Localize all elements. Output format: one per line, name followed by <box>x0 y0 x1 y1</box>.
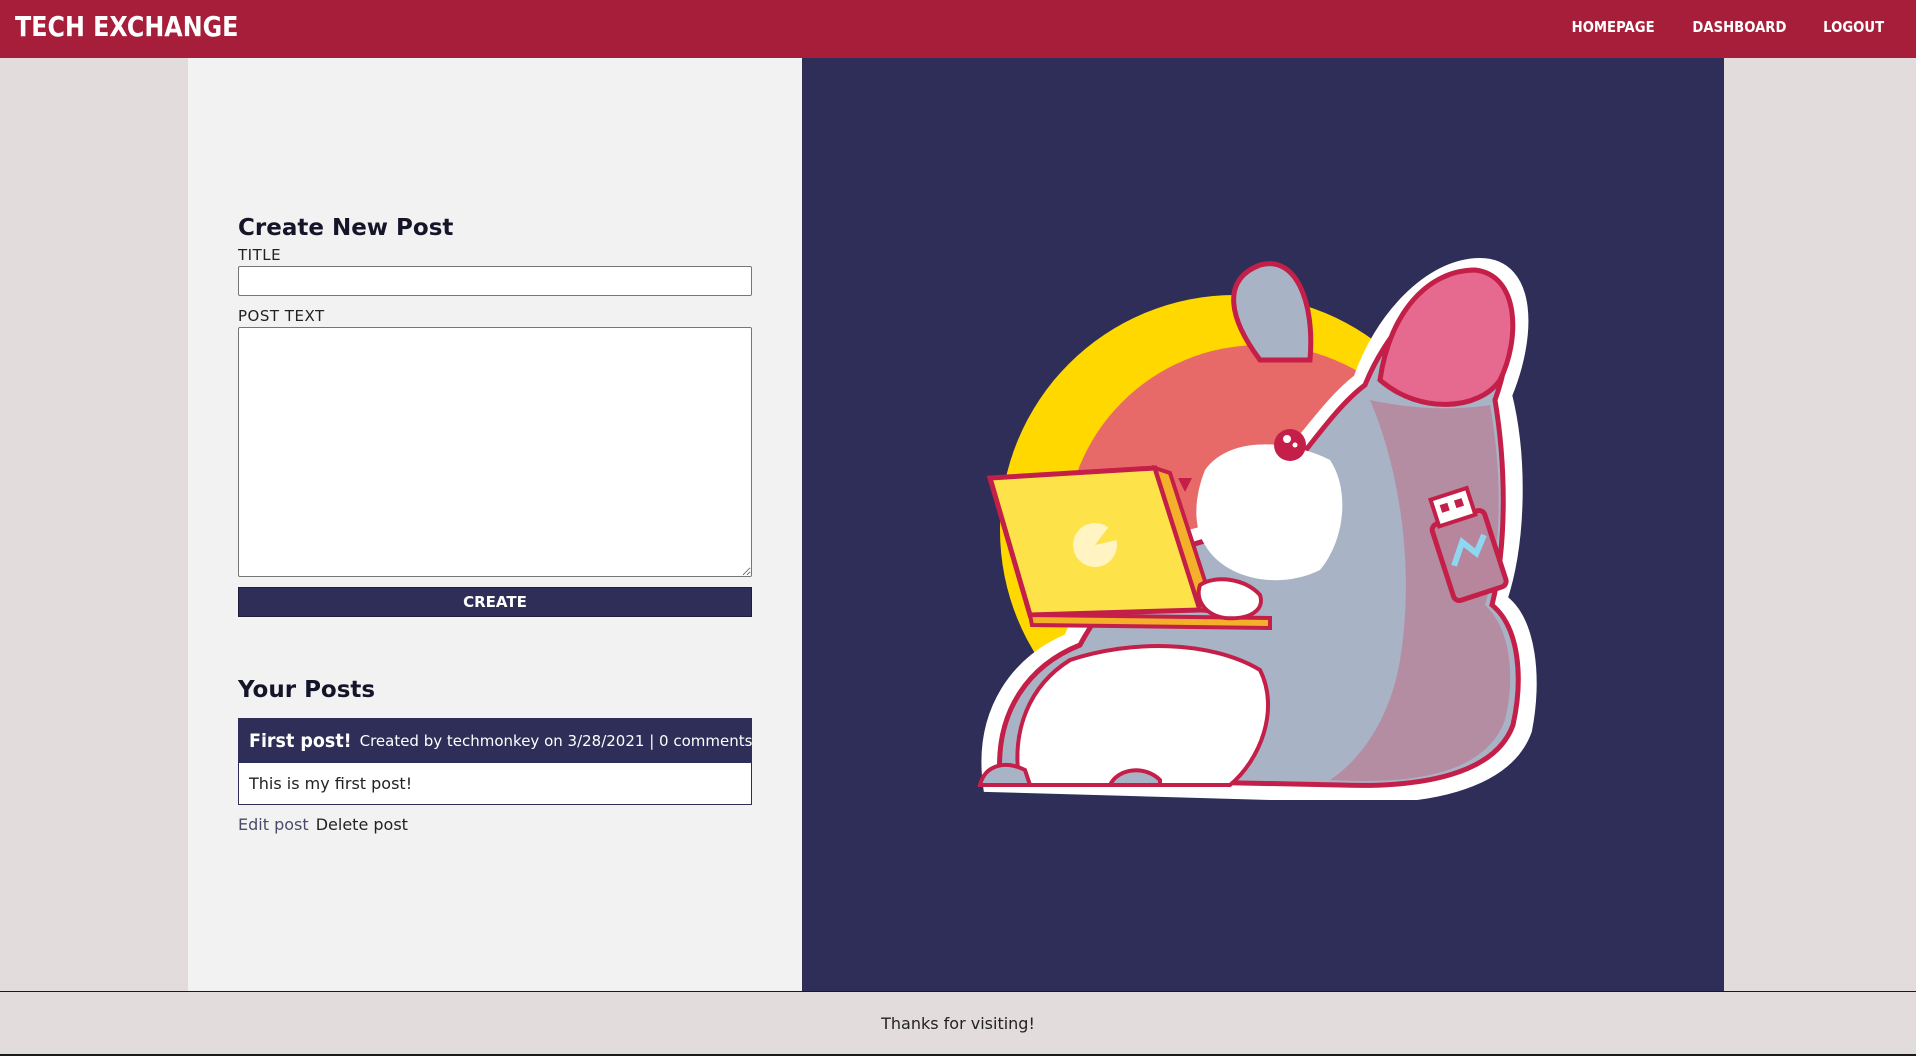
post-meta: Created by techmonkey on 3/28/2021 | 0 c… <box>359 732 753 750</box>
page-footer: Thanks for visiting! <box>0 991 1916 1056</box>
post-text-textarea[interactable] <box>238 327 752 577</box>
top-navbar: TECH EXCHANGE HOMEPAGE DASHBOARD LOGOUT <box>0 0 1916 58</box>
footer-text: Thanks for visiting! <box>881 1014 1035 1033</box>
nav-logout-link[interactable]: LOGOUT <box>1823 18 1884 36</box>
mouse-with-laptop-illustration-icon <box>977 257 1537 800</box>
create-post-button[interactable]: CREATE <box>238 587 752 617</box>
delete-post-link[interactable]: Delete post <box>316 815 408 834</box>
post-title-input[interactable] <box>238 266 752 296</box>
create-post-heading: Create New Post <box>238 215 454 241</box>
site-brand[interactable]: TECH EXCHANGE <box>15 10 238 43</box>
your-posts-heading: Your Posts <box>238 677 376 703</box>
post-text-label: POST TEXT <box>238 307 325 325</box>
nav-links: HOMEPAGE DASHBOARD LOGOUT <box>1566 18 1888 36</box>
nav-dashboard-link[interactable]: DASHBOARD <box>1692 18 1786 36</box>
title-label: TITLE <box>238 246 282 264</box>
post-title[interactable]: First post! <box>249 730 352 752</box>
nav-homepage-link[interactable]: HOMEPAGE <box>1571 18 1654 36</box>
post-card: First post! Created by techmonkey on 3/2… <box>238 718 752 805</box>
post-card-header: First post! Created by techmonkey on 3/2… <box>239 719 753 763</box>
edit-post-link[interactable]: Edit post <box>238 815 309 834</box>
post-body: This is my first post! <box>249 774 413 793</box>
post-actions: Edit post Delete post <box>238 815 408 834</box>
mouse-character-icon <box>977 257 1537 800</box>
